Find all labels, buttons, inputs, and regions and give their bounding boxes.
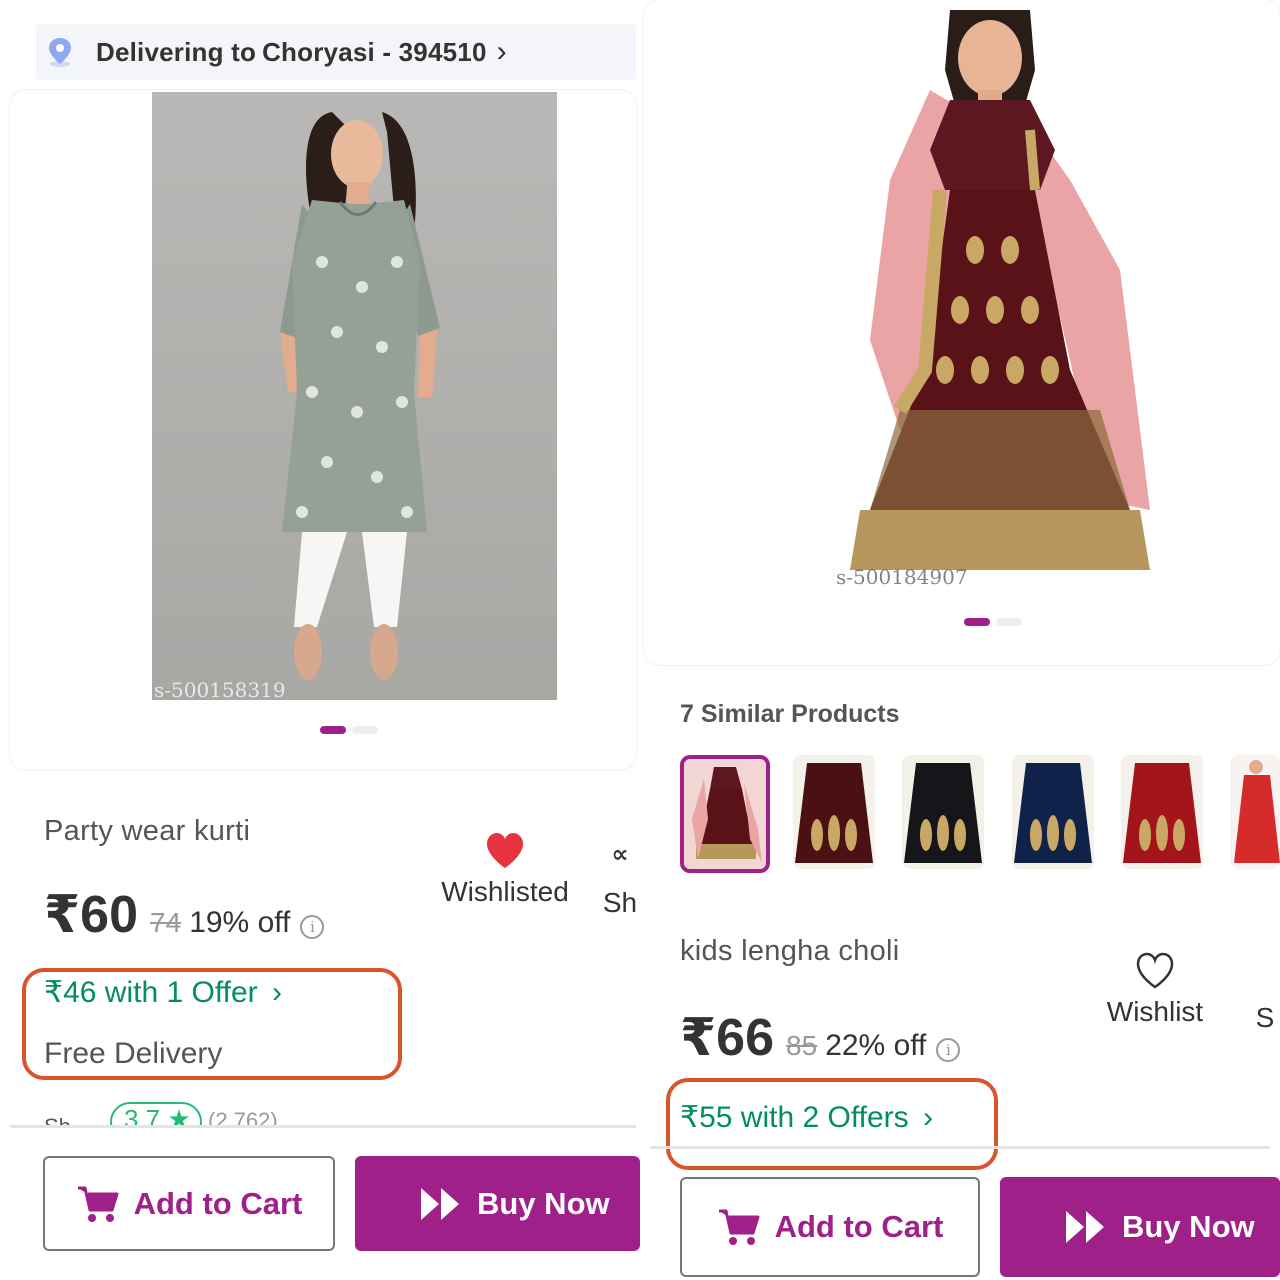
similar-product-thumb[interactable] [793, 755, 875, 869]
location-pin-icon [49, 38, 71, 67]
add-to-cart-button[interactable]: Add to Cart [680, 1177, 980, 1277]
buy-now-label: Buy Now [1122, 1209, 1255, 1244]
price-row: ₹60 74 19% off i [44, 885, 325, 945]
share-button[interactable]: S [1250, 1002, 1280, 1034]
discount-percent: 22% off [825, 1029, 927, 1062]
buy-now-button[interactable]: Buy Now [355, 1156, 640, 1251]
image-sku-watermark: s-500184907 [836, 565, 968, 589]
product-title: kids lengha choli [680, 935, 900, 967]
similar-product-thumb[interactable] [1230, 755, 1280, 869]
info-icon[interactable]: i [300, 915, 325, 939]
wishlist-label: Wishlisted [441, 876, 569, 907]
delivery-location-bar[interactable]: Delivering to Choryasi - 394510 › [36, 24, 636, 80]
buy-now-arrows-icon [421, 1187, 459, 1220]
divider [650, 1146, 1270, 1149]
left-product-screen: Delivering to Choryasi - 394510 › s-5001… [0, 0, 640, 1280]
carousel-dot[interactable] [996, 618, 1022, 626]
thumb-lehenga-red [1123, 763, 1201, 863]
original-price: 85 [786, 1030, 818, 1061]
divider [10, 1125, 636, 1128]
image-carousel-dots[interactable] [964, 618, 1022, 626]
similar-product-thumb[interactable] [902, 755, 984, 869]
rating-strip: Sh 3.7 ★ (2,762) [40, 1100, 340, 1128]
similar-product-thumb[interactable] [1121, 755, 1203, 869]
heart-filled-icon [487, 833, 523, 868]
chevron-right-icon: › [496, 35, 507, 68]
thumb-lehenga-maroon [795, 763, 873, 863]
carousel-dot-active[interactable] [320, 726, 346, 734]
discount-percent: 19% off [189, 906, 291, 939]
thumb-lehenga-navy [1014, 763, 1092, 863]
carousel-dot[interactable] [352, 726, 378, 734]
share-button[interactable]: ∝ Sh [600, 840, 640, 919]
thumb-lehenga-pink [684, 759, 766, 869]
selling-price: ₹66 [680, 1009, 775, 1067]
wishlist-button[interactable]: Wishlist [1100, 952, 1210, 1028]
product-image-kurti[interactable]: s-500158319 [152, 92, 557, 700]
original-price: 74 [150, 907, 182, 938]
add-to-cart-label: Add to Cart [133, 1185, 303, 1221]
price-row: ₹66 85 22% off i [680, 1008, 961, 1068]
similar-products-title: 7 Similar Products [680, 700, 900, 728]
similar-product-thumb[interactable] [1012, 755, 1094, 869]
share-label: S [1255, 1002, 1275, 1033]
info-icon[interactable]: i [936, 1038, 961, 1062]
selling-price: ₹60 [44, 886, 139, 944]
wishlist-label: Wishlist [1106, 996, 1204, 1027]
similar-product-thumb[interactable] [680, 755, 770, 873]
highlight-box [22, 968, 402, 1080]
delivery-prefix: Delivering to [96, 36, 257, 67]
image-carousel-dots[interactable] [320, 726, 378, 734]
product-title: Party wear kurti [44, 815, 251, 847]
cart-icon [77, 1186, 119, 1222]
highlight-box [666, 1078, 998, 1170]
kurti-model-illustration [280, 112, 440, 680]
wishlist-button[interactable]: Wishlisted [440, 832, 570, 908]
similar-products-strip[interactable] [680, 755, 1280, 875]
share-label: Sh [602, 887, 638, 918]
buy-now-label: Buy Now [477, 1185, 610, 1221]
buy-now-arrows-icon [1066, 1211, 1104, 1243]
add-to-cart-label: Add to Cart [774, 1209, 944, 1244]
cart-icon [718, 1209, 760, 1245]
delivery-place: Choryasi - 394510 [262, 36, 487, 67]
buy-now-button[interactable]: Buy Now [1000, 1177, 1280, 1277]
share-icon: ∝ [611, 841, 629, 868]
heart-outline-icon [1136, 952, 1174, 989]
lehenga-model-illustration [850, 10, 1150, 570]
carousel-dot-active[interactable] [964, 618, 990, 626]
product-image-lehenga[interactable]: s-500184907 [830, 10, 1170, 590]
thumb-lehenga-red-partial [1234, 760, 1280, 863]
thumb-lehenga-black [904, 763, 982, 863]
add-to-cart-button[interactable]: Add to Cart [43, 1156, 335, 1251]
image-sku-watermark: s-500158319 [154, 678, 286, 700]
